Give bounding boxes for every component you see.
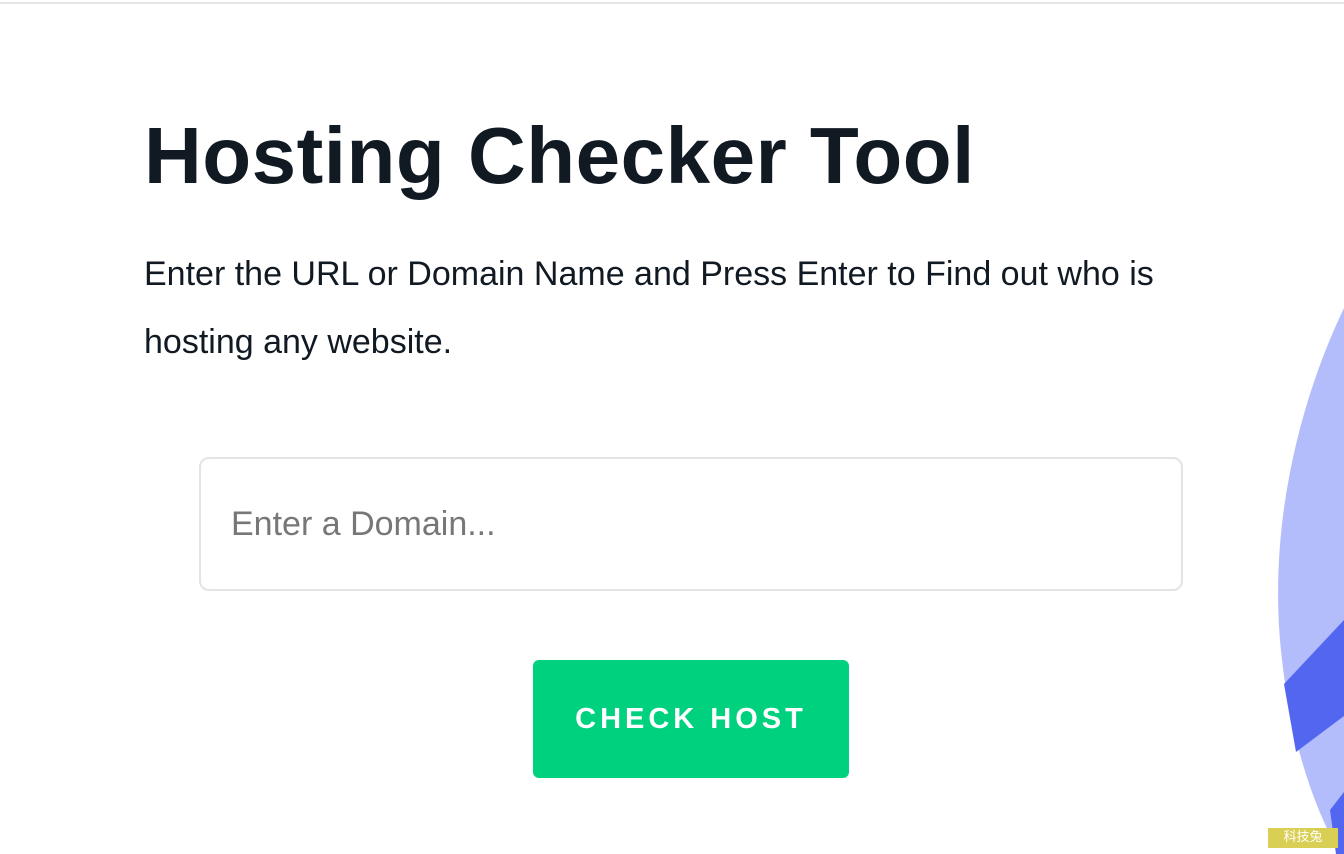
decorative-stripe-dark <box>1284 620 1344 752</box>
top-divider <box>0 2 1344 4</box>
domain-search-box <box>199 457 1183 591</box>
page-title: Hosting Checker Tool <box>144 111 975 200</box>
page-description: Enter the URL or Domain Name and Press E… <box>144 255 1154 361</box>
watermark-text: 科技兔 <box>1283 830 1323 845</box>
watermark-logo: 科技兔 <box>1268 828 1338 848</box>
domain-input[interactable] <box>201 459 1181 589</box>
check-host-button[interactable]: CHECK HOST <box>533 660 849 778</box>
decorative-blob-light <box>1278 308 1344 854</box>
